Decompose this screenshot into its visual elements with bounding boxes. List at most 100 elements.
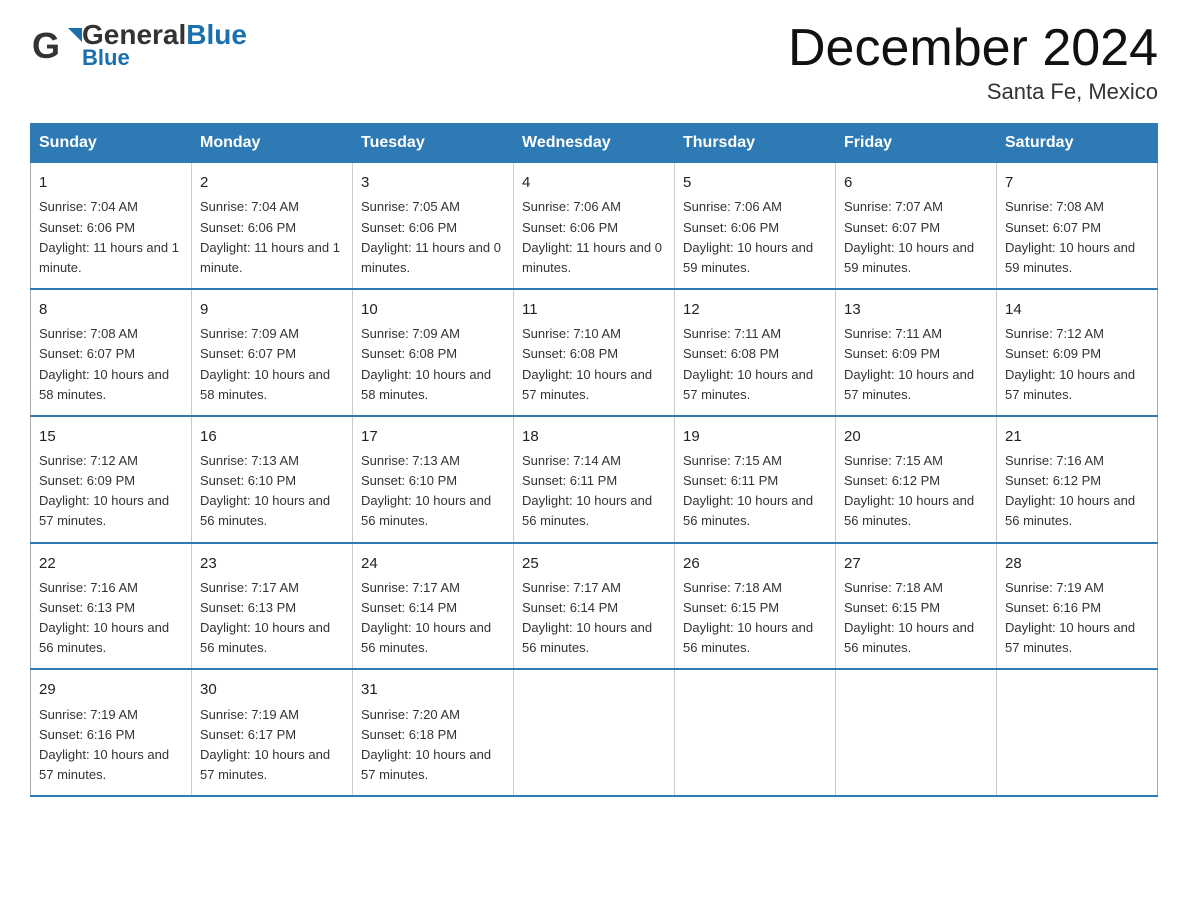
week-row-5: 29 Sunrise: 7:19 AMSunset: 6:16 PMDaylig… <box>31 669 1158 796</box>
day-info: Sunrise: 7:11 AMSunset: 6:09 PMDaylight:… <box>844 326 974 401</box>
day-number: 3 <box>361 171 505 194</box>
calendar-cell: 1 Sunrise: 7:04 AMSunset: 6:06 PMDayligh… <box>31 163 192 289</box>
calendar-cell: 4 Sunrise: 7:06 AMSunset: 6:06 PMDayligh… <box>514 163 675 289</box>
col-wednesday: Wednesday <box>514 124 675 163</box>
day-number: 14 <box>1005 298 1149 321</box>
day-number: 11 <box>522 298 666 321</box>
calendar-cell: 8 Sunrise: 7:08 AMSunset: 6:07 PMDayligh… <box>31 289 192 416</box>
calendar-cell: 12 Sunrise: 7:11 AMSunset: 6:08 PMDaylig… <box>675 289 836 416</box>
calendar-cell: 14 Sunrise: 7:12 AMSunset: 6:09 PMDaylig… <box>997 289 1158 416</box>
col-sunday: Sunday <box>31 124 192 163</box>
day-info: Sunrise: 7:19 AMSunset: 6:16 PMDaylight:… <box>39 707 169 782</box>
logo-blue-text: Blue <box>186 19 247 50</box>
day-info: Sunrise: 7:04 AMSunset: 6:06 PMDaylight:… <box>200 199 340 274</box>
day-number: 17 <box>361 425 505 448</box>
calendar-cell: 16 Sunrise: 7:13 AMSunset: 6:10 PMDaylig… <box>192 416 353 543</box>
day-number: 4 <box>522 171 666 194</box>
day-info: Sunrise: 7:17 AMSunset: 6:13 PMDaylight:… <box>200 580 330 655</box>
calendar-cell: 28 Sunrise: 7:19 AMSunset: 6:16 PMDaylig… <box>997 543 1158 670</box>
col-thursday: Thursday <box>675 124 836 163</box>
day-info: Sunrise: 7:18 AMSunset: 6:15 PMDaylight:… <box>683 580 813 655</box>
day-info: Sunrise: 7:08 AMSunset: 6:07 PMDaylight:… <box>39 326 169 401</box>
day-info: Sunrise: 7:09 AMSunset: 6:07 PMDaylight:… <box>200 326 330 401</box>
day-number: 12 <box>683 298 827 321</box>
day-info: Sunrise: 7:20 AMSunset: 6:18 PMDaylight:… <box>361 707 491 782</box>
day-number: 15 <box>39 425 183 448</box>
day-number: 13 <box>844 298 988 321</box>
calendar-cell: 24 Sunrise: 7:17 AMSunset: 6:14 PMDaylig… <box>353 543 514 670</box>
day-number: 24 <box>361 552 505 575</box>
calendar-cell: 29 Sunrise: 7:19 AMSunset: 6:16 PMDaylig… <box>31 669 192 796</box>
calendar-cell: 9 Sunrise: 7:09 AMSunset: 6:07 PMDayligh… <box>192 289 353 416</box>
calendar-cell: 3 Sunrise: 7:05 AMSunset: 6:06 PMDayligh… <box>353 163 514 289</box>
day-number: 29 <box>39 678 183 701</box>
col-monday: Monday <box>192 124 353 163</box>
day-info: Sunrise: 7:06 AMSunset: 6:06 PMDaylight:… <box>522 199 662 274</box>
calendar-cell: 19 Sunrise: 7:15 AMSunset: 6:11 PMDaylig… <box>675 416 836 543</box>
col-saturday: Saturday <box>997 124 1158 163</box>
week-row-1: 1 Sunrise: 7:04 AMSunset: 6:06 PMDayligh… <box>31 163 1158 289</box>
calendar-cell <box>675 669 836 796</box>
day-info: Sunrise: 7:05 AMSunset: 6:06 PMDaylight:… <box>361 199 501 274</box>
col-friday: Friday <box>836 124 997 163</box>
day-info: Sunrise: 7:09 AMSunset: 6:08 PMDaylight:… <box>361 326 491 401</box>
day-number: 30 <box>200 678 344 701</box>
month-year-title: December 2024 <box>788 20 1158 77</box>
calendar-cell <box>997 669 1158 796</box>
day-info: Sunrise: 7:07 AMSunset: 6:07 PMDaylight:… <box>844 199 974 274</box>
calendar-cell: 27 Sunrise: 7:18 AMSunset: 6:15 PMDaylig… <box>836 543 997 670</box>
calendar-cell: 20 Sunrise: 7:15 AMSunset: 6:12 PMDaylig… <box>836 416 997 543</box>
col-tuesday: Tuesday <box>353 124 514 163</box>
day-number: 22 <box>39 552 183 575</box>
calendar-cell: 30 Sunrise: 7:19 AMSunset: 6:17 PMDaylig… <box>192 669 353 796</box>
calendar-cell: 22 Sunrise: 7:16 AMSunset: 6:13 PMDaylig… <box>31 543 192 670</box>
day-number: 9 <box>200 298 344 321</box>
location-subtitle: Santa Fe, Mexico <box>788 79 1158 105</box>
day-number: 1 <box>39 171 183 194</box>
day-number: 2 <box>200 171 344 194</box>
calendar-cell: 18 Sunrise: 7:14 AMSunset: 6:11 PMDaylig… <box>514 416 675 543</box>
week-row-3: 15 Sunrise: 7:12 AMSunset: 6:09 PMDaylig… <box>31 416 1158 543</box>
day-number: 31 <box>361 678 505 701</box>
day-info: Sunrise: 7:15 AMSunset: 6:11 PMDaylight:… <box>683 453 813 528</box>
day-info: Sunrise: 7:10 AMSunset: 6:08 PMDaylight:… <box>522 326 652 401</box>
calendar-cell: 17 Sunrise: 7:13 AMSunset: 6:10 PMDaylig… <box>353 416 514 543</box>
day-info: Sunrise: 7:17 AMSunset: 6:14 PMDaylight:… <box>361 580 491 655</box>
day-number: 23 <box>200 552 344 575</box>
calendar-cell: 21 Sunrise: 7:16 AMSunset: 6:12 PMDaylig… <box>997 416 1158 543</box>
day-info: Sunrise: 7:13 AMSunset: 6:10 PMDaylight:… <box>200 453 330 528</box>
day-info: Sunrise: 7:11 AMSunset: 6:08 PMDaylight:… <box>683 326 813 401</box>
day-number: 27 <box>844 552 988 575</box>
calendar-cell: 23 Sunrise: 7:17 AMSunset: 6:13 PMDaylig… <box>192 543 353 670</box>
calendar-cell: 10 Sunrise: 7:09 AMSunset: 6:08 PMDaylig… <box>353 289 514 416</box>
day-info: Sunrise: 7:16 AMSunset: 6:13 PMDaylight:… <box>39 580 169 655</box>
calendar-cell: 6 Sunrise: 7:07 AMSunset: 6:07 PMDayligh… <box>836 163 997 289</box>
day-info: Sunrise: 7:17 AMSunset: 6:14 PMDaylight:… <box>522 580 652 655</box>
calendar-cell: 25 Sunrise: 7:17 AMSunset: 6:14 PMDaylig… <box>514 543 675 670</box>
header: G GeneralBlue Blue December 2024 Santa F… <box>30 20 1158 105</box>
day-info: Sunrise: 7:19 AMSunset: 6:17 PMDaylight:… <box>200 707 330 782</box>
logo-icon: G <box>30 20 82 72</box>
day-number: 25 <box>522 552 666 575</box>
day-number: 8 <box>39 298 183 321</box>
calendar-table: Sunday Monday Tuesday Wednesday Thursday… <box>30 123 1158 797</box>
calendar-cell <box>836 669 997 796</box>
calendar-cell: 15 Sunrise: 7:12 AMSunset: 6:09 PMDaylig… <box>31 416 192 543</box>
day-info: Sunrise: 7:06 AMSunset: 6:06 PMDaylight:… <box>683 199 813 274</box>
day-info: Sunrise: 7:08 AMSunset: 6:07 PMDaylight:… <box>1005 199 1135 274</box>
calendar-cell <box>514 669 675 796</box>
day-info: Sunrise: 7:16 AMSunset: 6:12 PMDaylight:… <box>1005 453 1135 528</box>
day-number: 18 <box>522 425 666 448</box>
calendar-header-row: Sunday Monday Tuesday Wednesday Thursday… <box>31 124 1158 163</box>
day-info: Sunrise: 7:14 AMSunset: 6:11 PMDaylight:… <box>522 453 652 528</box>
logo: G GeneralBlue Blue <box>30 20 247 72</box>
calendar-cell: 26 Sunrise: 7:18 AMSunset: 6:15 PMDaylig… <box>675 543 836 670</box>
calendar-cell: 7 Sunrise: 7:08 AMSunset: 6:07 PMDayligh… <box>997 163 1158 289</box>
calendar-cell: 31 Sunrise: 7:20 AMSunset: 6:18 PMDaylig… <box>353 669 514 796</box>
day-number: 5 <box>683 171 827 194</box>
day-info: Sunrise: 7:18 AMSunset: 6:15 PMDaylight:… <box>844 580 974 655</box>
title-area: December 2024 Santa Fe, Mexico <box>788 20 1158 105</box>
day-number: 19 <box>683 425 827 448</box>
day-number: 28 <box>1005 552 1149 575</box>
day-info: Sunrise: 7:04 AMSunset: 6:06 PMDaylight:… <box>39 199 179 274</box>
